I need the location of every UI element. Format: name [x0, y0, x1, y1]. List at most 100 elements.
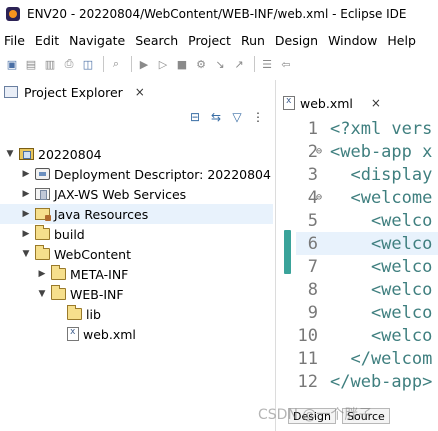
- menu-navigate[interactable]: Navigate: [69, 33, 125, 48]
- code-line[interactable]: 7 <welco: [296, 255, 438, 278]
- code-line-current[interactable]: 6 <welco: [296, 232, 438, 255]
- prev-annotation-icon[interactable]: ↗: [231, 56, 247, 72]
- new-icon[interactable]: ▣: [4, 56, 20, 72]
- eclipse-icon: [6, 7, 20, 21]
- xml-file-icon: [283, 96, 295, 110]
- project-explorer-tab[interactable]: Project Explorer ×: [0, 80, 273, 104]
- external-tools-icon[interactable]: ⚙: [193, 56, 209, 72]
- menu-edit[interactable]: Edit: [35, 33, 59, 48]
- change-marker: [284, 230, 291, 274]
- chevron-right-icon[interactable]: ▶: [20, 169, 32, 179]
- menu-run[interactable]: Run: [241, 33, 265, 48]
- line-text: <welco: [330, 210, 433, 231]
- chevron-down-icon[interactable]: ▼: [36, 289, 48, 299]
- code-line[interactable]: 3 <display: [296, 163, 438, 186]
- line-number: 8: [307, 279, 318, 300]
- filter-icon[interactable]: ▽: [230, 110, 244, 124]
- code-line[interactable]: 2 ⊖ <web-app x: [296, 140, 438, 163]
- tab-design[interactable]: Design: [288, 408, 336, 424]
- line-number: 10: [297, 325, 318, 346]
- chevron-right-icon[interactable]: ▶: [36, 269, 48, 279]
- line-text: <web-app x: [330, 141, 433, 162]
- deployment-descriptor-icon: [35, 168, 50, 180]
- folder-icon: [35, 225, 50, 240]
- line-number: 6: [307, 233, 318, 254]
- line-text: <welco: [330, 325, 433, 346]
- tree-item-meta-inf[interactable]: ▶ META-INF: [0, 264, 273, 284]
- menu-window[interactable]: Window: [328, 33, 377, 48]
- run-icon[interactable]: ▷: [155, 56, 171, 72]
- close-icon[interactable]: ×: [135, 85, 145, 99]
- line-number: 3: [307, 164, 318, 185]
- tree-item-label: META-INF: [70, 266, 129, 282]
- main-toolbar: ▣ ▤ ▥ ⎙ ◫ ⌕ ▶ ▷ ■ ⚙ ↘ ↗ ☰ ⇦: [0, 52, 438, 76]
- code-line[interactable]: 10 <welco: [296, 324, 438, 347]
- tree-item-jaxws[interactable]: ▶ JAX-WS Web Services: [0, 184, 273, 204]
- tree-item-build[interactable]: ▶ build: [0, 224, 273, 244]
- line-number: 11: [297, 348, 318, 369]
- tree-item-webcontent[interactable]: ▼ WebContent: [0, 244, 273, 264]
- collapse-all-icon[interactable]: ⊟: [188, 110, 202, 124]
- menu-design[interactable]: Design: [275, 33, 318, 48]
- chevron-right-icon[interactable]: ▶: [20, 189, 32, 199]
- project-explorer-title: Project Explorer: [24, 84, 123, 100]
- code-line[interactable]: 5 <welco: [296, 209, 438, 232]
- line-number: 7: [307, 256, 318, 277]
- tree-item-project[interactable]: ▼ 20220804: [0, 144, 273, 164]
- menu-file[interactable]: File: [4, 33, 25, 48]
- save-icon[interactable]: ▤: [23, 56, 39, 72]
- next-annotation-icon[interactable]: ↘: [212, 56, 228, 72]
- editor-bottom-tabs: Design Source: [288, 408, 390, 424]
- project-explorer-panel: Project Explorer × ⊟ ⇆ ▽ ⋮ ▼ 20220804 ▶ …: [0, 80, 273, 431]
- save-all-icon[interactable]: ▥: [42, 56, 58, 72]
- print-icon[interactable]: ⎙: [61, 56, 77, 72]
- tree-item-java-resources[interactable]: ▶ Java Resources: [0, 204, 273, 224]
- tab-source[interactable]: Source: [341, 408, 390, 424]
- stop-icon[interactable]: ■: [174, 56, 190, 72]
- code-line[interactable]: 4 ⊖ <welcome: [296, 186, 438, 209]
- chevron-right-icon[interactable]: ▶: [20, 209, 32, 219]
- code-editor[interactable]: 1 <?xml vers 2 ⊖ <web-app x 3 <display 4 ⊖ <…: [296, 117, 438, 393]
- folder-icon: [35, 245, 50, 260]
- chevron-right-icon[interactable]: ▶: [20, 229, 32, 239]
- open-type-icon[interactable]: ◫: [80, 56, 96, 72]
- tree-item-lib[interactable]: ▶ lib: [0, 304, 273, 324]
- tree-item-deployment-descriptor[interactable]: ▶ Deployment Descriptor: 20220804: [0, 164, 273, 184]
- folder-icon: [51, 265, 66, 280]
- code-line[interactable]: 1 <?xml vers: [296, 117, 438, 140]
- project-explorer-toolbar: ⊟ ⇆ ▽ ⋮: [188, 108, 265, 126]
- chevron-down-icon[interactable]: ▼: [4, 149, 16, 159]
- link-with-editor-icon[interactable]: ⇆: [209, 110, 223, 124]
- tree-item-label: WebContent: [54, 246, 131, 262]
- menu-project[interactable]: Project: [188, 33, 231, 48]
- menu-bar: File Edit Navigate Search Project Run De…: [0, 30, 438, 50]
- toolbar-separator: [103, 56, 104, 72]
- line-number: 12: [297, 371, 318, 392]
- code-line[interactable]: 9 <welco: [296, 301, 438, 324]
- code-line[interactable]: 11 </welcom: [296, 347, 438, 370]
- java-resources-icon: [35, 208, 51, 221]
- chevron-down-icon[interactable]: ▼: [20, 249, 32, 259]
- panel-divider[interactable]: [275, 80, 276, 431]
- tree-item-label: lib: [86, 306, 101, 322]
- pin-icon[interactable]: ☰: [259, 56, 275, 72]
- menu-help[interactable]: Help: [387, 33, 416, 48]
- close-icon[interactable]: ×: [371, 96, 381, 110]
- back-icon[interactable]: ⇦: [278, 56, 294, 72]
- tree-item-web-xml[interactable]: ▶ web.xml: [0, 324, 273, 344]
- debug-icon[interactable]: ▶: [136, 56, 152, 72]
- web-project-icon: [19, 148, 34, 160]
- menu-search[interactable]: Search: [135, 33, 178, 48]
- tree-item-label: web.xml: [83, 326, 136, 342]
- collapse-icon[interactable]: ⊖: [316, 192, 324, 203]
- collapse-icon[interactable]: ⊖: [316, 146, 324, 157]
- editor-tab-label: web.xml: [300, 95, 353, 111]
- tree-item-web-inf[interactable]: ▼ WEB-INF: [0, 284, 273, 304]
- editor-tab-web-xml[interactable]: web.xml ×: [283, 92, 381, 114]
- code-line[interactable]: 12 </web-app>: [296, 370, 438, 393]
- search-icon[interactable]: ⌕: [108, 56, 124, 72]
- tree-item-label: build: [54, 226, 85, 242]
- view-menu-icon[interactable]: ⋮: [251, 110, 265, 124]
- project-explorer-icon: [4, 86, 18, 98]
- code-line[interactable]: 8 <welco: [296, 278, 438, 301]
